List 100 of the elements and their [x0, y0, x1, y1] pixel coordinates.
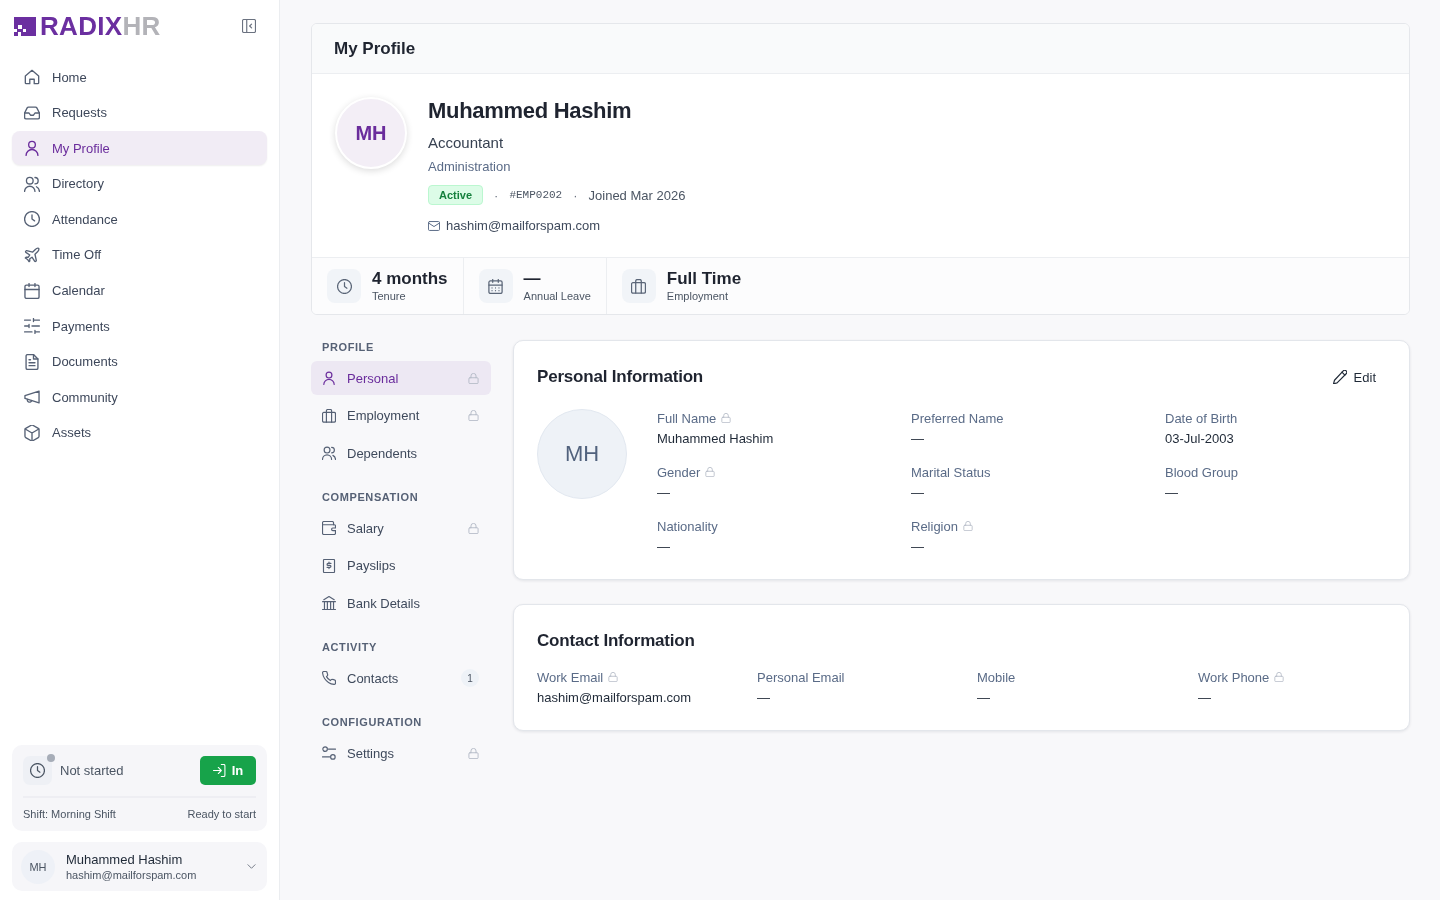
sliders-icon: [24, 318, 40, 335]
section-nav-item[interactable]: Dependents: [311, 436, 491, 470]
section-nav-item[interactable]: Settings: [311, 736, 491, 770]
field-value: —: [657, 538, 671, 556]
stat-value: 4 months: [372, 269, 448, 289]
nav-item[interactable]: Time Off: [12, 237, 267, 272]
field-label: Religion: [911, 518, 958, 534]
section-nav-item[interactable]: Bank Details: [311, 586, 491, 620]
department: Administration: [428, 158, 511, 176]
user-name: Muhammed Hashim: [66, 850, 183, 868]
field-label: Full Name: [657, 410, 717, 426]
stat-label: Annual Leave: [523, 289, 591, 303]
field-value: —: [1165, 484, 1179, 502]
clock-icon: [327, 269, 361, 303]
field-value: —: [657, 484, 671, 502]
section-nav-item[interactable]: Salary: [311, 511, 491, 545]
field-label: Preferred Name: [911, 410, 1004, 426]
clock-status-text: Not started: [60, 763, 124, 778]
separator: ·: [573, 187, 578, 203]
inbox-tray-icon: [24, 104, 40, 121]
airplane-icon: [24, 246, 40, 263]
user-email: hashim@mailforspam.com: [66, 867, 197, 883]
nav-item[interactable]: Attendance: [12, 202, 267, 237]
avatar: MH: [335, 97, 407, 169]
shift-note: Ready to start: [187, 807, 256, 821]
field-value: —: [1198, 689, 1212, 707]
person-icon: [322, 371, 336, 385]
field-label: Marital Status: [911, 464, 991, 480]
avatar: MH: [21, 849, 55, 884]
megaphone-icon: [24, 389, 40, 406]
field-label: Blood Group: [1165, 464, 1238, 480]
section-nav-item[interactable]: Contacts 1: [311, 661, 491, 695]
stat-label: Employment: [666, 289, 729, 303]
card-title: Contact Information: [537, 631, 695, 651]
section-heading: ACTIVITY: [321, 640, 378, 654]
field-value: —: [911, 430, 925, 448]
calendar-icon: [24, 282, 40, 299]
logo-icon: [14, 16, 36, 36]
nav-item[interactable]: Calendar: [12, 273, 267, 308]
sidebar-toggle-button[interactable]: [242, 19, 256, 33]
section-nav-item[interactable]: Employment: [311, 398, 491, 433]
section-heading: CONFIGURATION: [321, 715, 423, 729]
field-label: Work Phone: [1198, 669, 1270, 685]
section-heading: COMPENSATION: [321, 490, 420, 504]
person-icon: [24, 140, 40, 157]
stat-value: —: [523, 269, 542, 289]
clock-icon: [24, 211, 40, 228]
user-menu-button[interactable]: MH Muhammed Hashim hashim@mailforspam.com: [12, 842, 267, 891]
calendar-icon: [478, 269, 513, 303]
nav-item[interactable]: Payments: [12, 309, 267, 344]
stat-label: Tenure: [372, 289, 407, 303]
house-icon: [24, 69, 40, 85]
page-title: My Profile: [334, 38, 416, 59]
field-label: Personal Email: [757, 669, 845, 685]
field-value: —: [977, 689, 991, 707]
edit-button[interactable]: Edit: [1322, 364, 1386, 390]
chevron-down-icon: [246, 861, 257, 872]
shift-label: Shift: Morning Shift: [23, 807, 116, 821]
pencil-icon: [1332, 370, 1347, 384]
job-title: Accountant: [428, 133, 504, 153]
field-value: —: [911, 538, 925, 556]
people-icon: [322, 446, 336, 460]
dollar-receipt-icon: [322, 558, 336, 573]
toggles-icon: [322, 746, 336, 760]
cube-icon: [24, 424, 40, 441]
panel-icon: [242, 19, 256, 33]
nav-item[interactable]: Assets: [12, 415, 267, 450]
envelope-icon: [428, 220, 440, 232]
clock-icon: [23, 756, 52, 785]
field-label: Work Email: [537, 669, 604, 685]
employee-email: hashim@mailforspam.com: [446, 217, 601, 235]
field-value: —: [911, 484, 925, 502]
section-heading: PROFILE: [321, 340, 375, 354]
card-title: Personal Information: [537, 367, 704, 387]
bank-icon: [322, 596, 336, 610]
field-value: —: [757, 689, 771, 707]
employee-id: #EMP0202: [509, 189, 563, 201]
field-label: Gender: [657, 464, 701, 480]
section-nav-item[interactable]: Personal: [311, 361, 491, 395]
stat-value: Full Time: [666, 269, 742, 289]
nav-item[interactable]: Documents: [12, 344, 267, 379]
nav-item[interactable]: My Profile: [12, 131, 267, 166]
nav-item[interactable]: Community: [12, 380, 267, 415]
field-value: 03-Jul-2003: [1165, 430, 1235, 448]
field-value: hashim@mailforspam.com: [537, 689, 693, 707]
briefcase-icon: [322, 408, 336, 423]
status-badge: Active: [428, 185, 484, 205]
wallet-icon: [322, 521, 336, 535]
section-nav-item[interactable]: Payslips: [311, 548, 491, 583]
field-label: Date of Birth: [1165, 410, 1238, 426]
nav-item[interactable]: Home: [12, 60, 267, 94]
people-icon: [24, 175, 40, 192]
briefcase-icon: [621, 269, 656, 303]
nav-item[interactable]: Directory: [12, 166, 267, 201]
arrow-into-bracket-icon: [212, 764, 226, 777]
join-date: Joined Mar 2026: [588, 187, 686, 203]
document-icon: [24, 353, 40, 370]
avatar: MH: [537, 409, 627, 499]
nav-item[interactable]: Requests: [12, 95, 267, 130]
field-label: Nationality: [657, 518, 718, 534]
